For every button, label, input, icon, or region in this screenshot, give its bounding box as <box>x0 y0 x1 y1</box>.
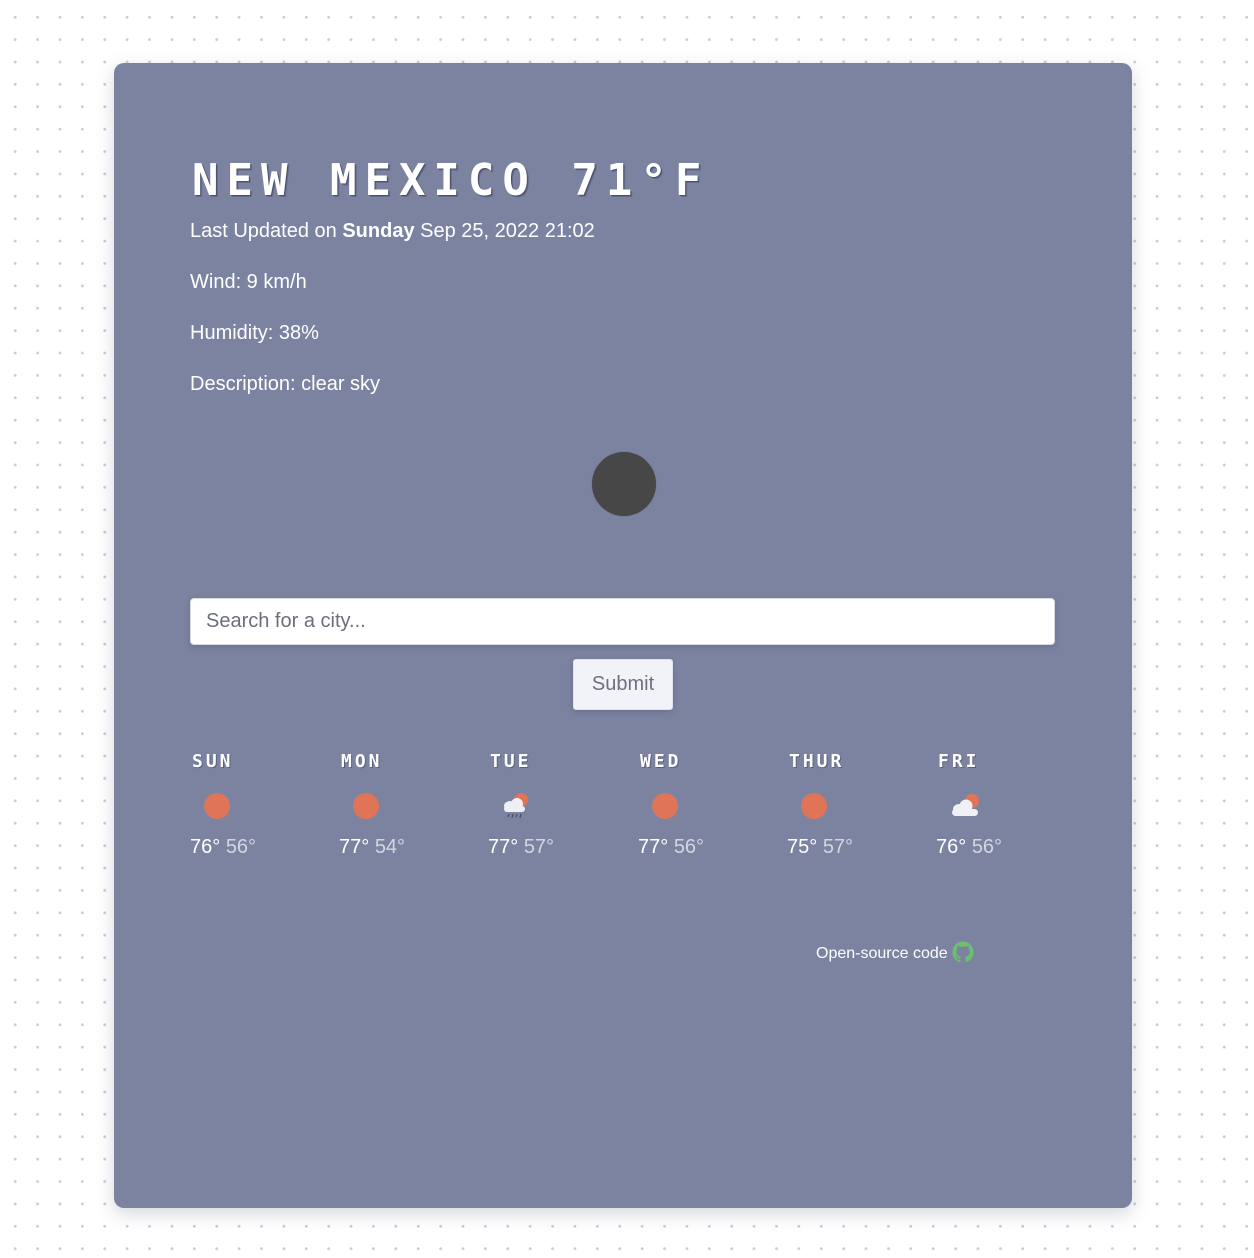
wind-speed: Wind: 9 km/h <box>190 271 307 293</box>
forecast-max-temp: 76° <box>936 836 967 858</box>
weather-card: New Mexico 71°F Last Updated on Sunday S… <box>114 63 1132 1208</box>
forecast-temps: 77° 57° <box>488 835 554 859</box>
forecast-day-name: WED <box>640 751 682 772</box>
forecast-day: MON 77° 54° <box>339 751 479 861</box>
cloud-sun-icon <box>948 791 979 821</box>
forecast-min-temp: 56° <box>673 836 705 858</box>
forecast-list: SUN 76° 56° MON 77° 54° TUE 77° 57° WED … <box>190 751 1090 861</box>
sun-icon <box>650 791 680 821</box>
forecast-day-name: THUR <box>789 751 845 772</box>
forecast-min-temp: 56° <box>225 836 257 858</box>
forecast-temps: 76° 56° <box>936 835 1002 859</box>
forecast-temps: 75° 57° <box>787 835 853 859</box>
city-search-input[interactable] <box>190 598 1055 645</box>
forecast-temps: 77° 56° <box>638 835 704 859</box>
forecast-day: SUN 76° 56° <box>190 751 330 861</box>
forecast-day-name: TUE <box>490 751 532 772</box>
last-updated: Last Updated on Sunday Sep 25, 2022 21:0… <box>190 219 595 243</box>
forecast-min-temp: 54° <box>374 836 406 858</box>
forecast-max-temp: 77° <box>488 836 519 858</box>
sun-icon <box>351 791 381 821</box>
forecast-max-temp: 75° <box>787 836 818 858</box>
city-temperature-title: New Mexico 71°F <box>192 155 709 207</box>
moon-icon <box>592 452 656 516</box>
forecast-temps: 76° 56° <box>190 835 256 859</box>
forecast-day: THUR 75° 57° <box>787 751 927 861</box>
forecast-day-name: MON <box>341 751 383 772</box>
footer: Open-source code <box>816 941 974 969</box>
sun-icon <box>799 791 829 821</box>
forecast-max-temp: 77° <box>638 836 669 858</box>
forecast-max-temp: 76° <box>190 836 221 858</box>
forecast-day-name: FRI <box>938 751 980 772</box>
last-updated-prefix: Last Updated on <box>190 220 343 242</box>
forecast-max-temp: 77° <box>339 836 370 858</box>
sun-icon <box>202 791 232 821</box>
rain-cloud-sun-icon <box>500 791 530 821</box>
forecast-day: WED 77° 56° <box>638 751 778 861</box>
forecast-day-name: SUN <box>192 751 234 772</box>
humidity: Humidity: 38% <box>190 322 319 344</box>
github-icon[interactable] <box>952 941 974 963</box>
open-source-link[interactable]: Open-source code <box>816 945 948 962</box>
last-updated-day: Sunday <box>342 220 415 242</box>
forecast-min-temp: 57° <box>523 836 555 858</box>
current-temperature: 71°F <box>571 155 710 206</box>
forecast-day: TUE 77° 57° <box>488 751 628 861</box>
forecast-min-temp: 57° <box>822 836 854 858</box>
submit-button[interactable]: Submit <box>573 659 673 710</box>
forecast-day: FRI 76° 56° <box>936 751 1076 861</box>
last-updated-date: Sep 25, 2022 21:02 <box>414 220 595 242</box>
weather-description: Description: clear sky <box>190 373 381 395</box>
city-name: New Mexico <box>192 155 537 206</box>
forecast-temps: 77° 54° <box>339 835 405 859</box>
forecast-min-temp: 56° <box>971 836 1003 858</box>
